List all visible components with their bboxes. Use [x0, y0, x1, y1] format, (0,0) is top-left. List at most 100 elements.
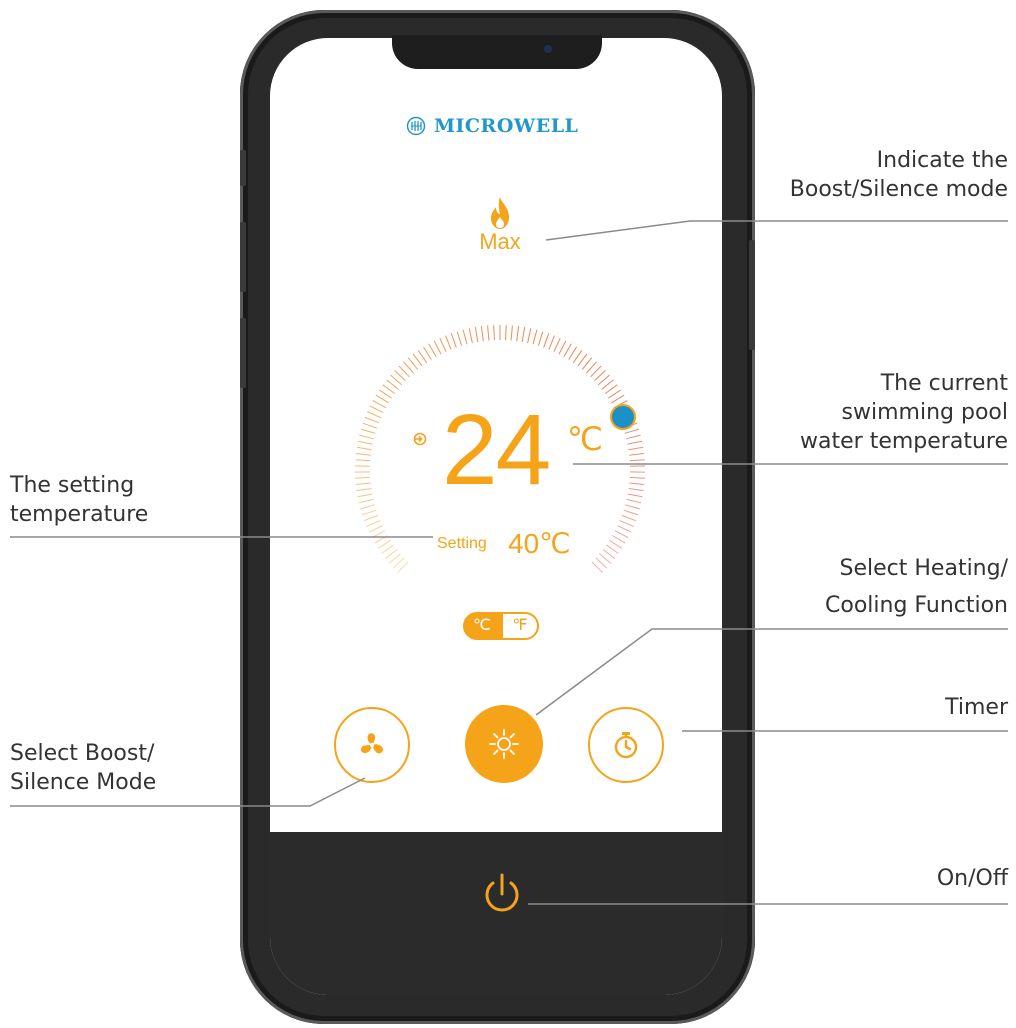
dial-tick — [367, 411, 382, 419]
dial-tick — [505, 325, 507, 341]
dial-tick — [388, 553, 401, 564]
brand-name: MICROWELL — [434, 115, 579, 137]
dial-tick — [360, 428, 376, 434]
dial-tick — [624, 428, 640, 434]
dial-tick — [606, 544, 619, 554]
dial-tick — [521, 327, 526, 342]
fahrenheit-button[interactable]: ℉ — [501, 612, 539, 640]
dial-tick — [359, 434, 374, 440]
dial-tick — [586, 361, 597, 374]
callout-text-line: On/Off — [936, 866, 1008, 891]
phone-power-button — [749, 240, 755, 350]
dial-tick — [543, 333, 550, 348]
dial-tick — [568, 346, 578, 360]
dial-tick — [474, 327, 479, 342]
dial-tick — [493, 325, 495, 341]
phone-notch — [392, 35, 602, 69]
callout-setting-temp: The setting temperature — [10, 471, 148, 529]
dial-tick — [591, 561, 603, 573]
dial-tick — [548, 335, 555, 350]
dial-tick — [356, 446, 372, 451]
dial-tick — [623, 509, 639, 516]
dial-tick — [577, 353, 588, 367]
dial-tick — [377, 539, 391, 549]
dial-tick — [364, 416, 380, 424]
callout-current-temp: The current swimming pool water temperat… — [800, 369, 1008, 456]
dial-tick — [597, 374, 610, 386]
dial-tick — [445, 335, 452, 350]
callout-heating-cooling: Select Heating/ Cooling Function — [825, 550, 1008, 624]
dial-tick — [433, 340, 442, 355]
setting-label: Setting — [437, 535, 487, 552]
dial-tick — [384, 549, 398, 559]
callout-text-line: Select Heating/ — [839, 556, 1008, 581]
dial-tick — [390, 374, 403, 386]
current-temperature-unit: ℃ — [567, 421, 603, 457]
dial-tick — [611, 394, 625, 404]
phone-volume-down-button — [240, 318, 246, 388]
dial-tick — [627, 493, 643, 498]
dial-tick — [608, 389, 622, 399]
dial-tick — [355, 459, 371, 462]
dial-tick — [614, 530, 629, 539]
dial-tick — [626, 498, 642, 504]
flame-icon — [491, 197, 509, 229]
current-temperature-value: 24 — [442, 394, 551, 506]
camera-icon — [544, 45, 552, 53]
dial-tick — [553, 337, 561, 352]
fan-mode-button[interactable] — [334, 707, 410, 783]
dial-indicator-knob[interactable] — [610, 404, 636, 430]
dial-tick — [628, 446, 644, 451]
dial-tick — [363, 514, 379, 522]
dial-tick — [386, 379, 399, 390]
callout-text-line: swimming pool — [841, 400, 1008, 425]
dial-tick — [626, 434, 641, 440]
dial-tick — [368, 525, 383, 533]
dial-tick — [590, 365, 602, 378]
dial-tick — [355, 453, 371, 456]
dial-tick — [487, 325, 490, 341]
timer-button[interactable] — [588, 707, 664, 783]
dial-tick — [595, 557, 608, 569]
fan-icon — [360, 733, 383, 754]
dial-tick — [581, 357, 593, 370]
dial-tick — [428, 343, 437, 358]
dial-tick — [627, 440, 643, 445]
dial-tick — [361, 509, 377, 516]
inlet-temp-icon — [413, 432, 427, 446]
callout-text-line: Silence Mode — [10, 770, 157, 795]
mode-indicator: Max — [470, 195, 530, 255]
dial-tick — [403, 361, 414, 374]
dial-tick — [394, 370, 406, 382]
brand-header: MICROWELL — [406, 112, 578, 140]
heating-cooling-button[interactable] — [465, 705, 543, 783]
dial-tick — [617, 525, 632, 533]
dial-tick — [563, 343, 572, 358]
callout-text-line: Indicate the — [876, 148, 1008, 173]
dial-tick — [599, 553, 612, 564]
dial-tick — [355, 482, 371, 485]
dial-tick — [392, 557, 405, 569]
dial-tick — [628, 488, 644, 492]
power-icon[interactable] — [480, 870, 524, 918]
dial-tick — [510, 325, 513, 341]
dial-tick — [629, 476, 645, 479]
dial-tick — [629, 482, 645, 485]
callout-text-line: temperature — [10, 502, 149, 527]
dial-tick — [374, 535, 388, 544]
dial-tick — [375, 394, 389, 404]
dial-tick — [609, 539, 623, 549]
dial-tick — [527, 328, 532, 344]
dial-tick — [602, 549, 616, 559]
dial-tick — [371, 530, 386, 539]
celsius-button[interactable]: ℃ — [463, 612, 501, 640]
microwell-logo-icon — [406, 116, 426, 136]
callout-boost-indicator: Indicate the Boost/Silence mode — [790, 146, 1008, 204]
dial-tick — [358, 498, 374, 504]
dial-tick — [532, 329, 538, 345]
dial-tick — [381, 544, 394, 554]
dial-tick — [439, 337, 447, 352]
dial-tick — [450, 333, 457, 348]
dial-tick — [398, 365, 410, 378]
dial-tick — [516, 326, 520, 342]
